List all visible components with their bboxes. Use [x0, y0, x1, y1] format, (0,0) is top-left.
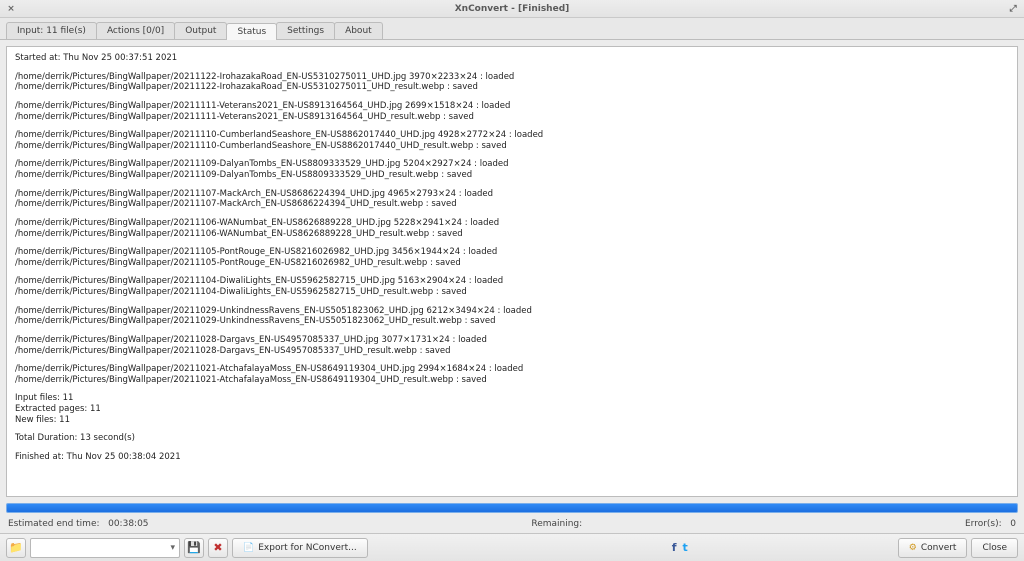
- tab-about[interactable]: About: [334, 22, 383, 39]
- export-label: Export for NConvert...: [258, 543, 356, 553]
- log-loaded: /home/derrik/Pictures/BingWallpaper/2021…: [15, 247, 1009, 258]
- convert-label: Convert: [921, 543, 957, 553]
- tabbar: Input: 11 file(s) Actions [0/0] Output S…: [0, 18, 1024, 40]
- log-loaded: /home/derrik/Pictures/BingWallpaper/2021…: [15, 364, 1009, 375]
- log-saved: /home/derrik/Pictures/BingWallpaper/2021…: [15, 199, 1009, 210]
- tab-actions[interactable]: Actions [0/0]: [96, 22, 175, 39]
- status-log[interactable]: Started at: Thu Nov 25 00:37:51 2021 /ho…: [6, 46, 1018, 497]
- log-duration: Total Duration: 13 second(s): [15, 433, 1009, 444]
- tab-output[interactable]: Output: [174, 22, 227, 39]
- chevron-down-icon: ▾: [170, 543, 175, 553]
- facebook-icon[interactable]: f: [672, 541, 677, 554]
- export-nconvert-button[interactable]: 📄 Export for NConvert...: [232, 538, 368, 558]
- log-new-files: New files: 11: [15, 415, 1009, 426]
- tab-label: Settings: [287, 26, 324, 36]
- tab-settings[interactable]: Settings: [276, 22, 335, 39]
- log-extracted: Extracted pages: 11: [15, 404, 1009, 415]
- save-preset-button[interactable]: 💾: [184, 538, 204, 558]
- window-title: XnConvert - [Finished]: [0, 4, 1024, 14]
- log-saved: /home/derrik/Pictures/BingWallpaper/2021…: [15, 170, 1009, 181]
- convert-icon: ⚙: [909, 543, 917, 553]
- log-loaded: /home/derrik/Pictures/BingWallpaper/2021…: [15, 218, 1009, 229]
- twitter-icon[interactable]: t: [682, 541, 687, 554]
- open-folder-button[interactable]: 📁: [6, 538, 26, 558]
- log-saved: /home/derrik/Pictures/BingWallpaper/2021…: [15, 316, 1009, 327]
- log-saved: /home/derrik/Pictures/BingWallpaper/2021…: [15, 141, 1009, 152]
- log-loaded: /home/derrik/Pictures/BingWallpaper/2021…: [15, 72, 1009, 83]
- errors-label: Error(s):: [965, 519, 1002, 529]
- convert-button[interactable]: ⚙ Convert: [898, 538, 968, 558]
- log-loaded: /home/derrik/Pictures/BingWallpaper/2021…: [15, 159, 1009, 170]
- log-saved: /home/derrik/Pictures/BingWallpaper/2021…: [15, 229, 1009, 240]
- close-label: Close: [982, 543, 1007, 553]
- tab-label: About: [345, 26, 372, 36]
- log-saved: /home/derrik/Pictures/BingWallpaper/2021…: [15, 287, 1009, 298]
- close-button[interactable]: Close: [971, 538, 1018, 558]
- document-icon: 📄: [243, 543, 254, 553]
- log-loaded: /home/derrik/Pictures/BingWallpaper/2021…: [15, 101, 1009, 112]
- log-loaded: /home/derrik/Pictures/BingWallpaper/2021…: [15, 130, 1009, 141]
- tab-input[interactable]: Input: 11 file(s): [6, 22, 97, 39]
- preset-combo[interactable]: ▾: [30, 538, 180, 558]
- log-loaded: /home/derrik/Pictures/BingWallpaper/2021…: [15, 335, 1009, 346]
- tab-label: Output: [185, 26, 216, 36]
- tab-status[interactable]: Status: [226, 23, 277, 40]
- progress-bar: [6, 503, 1018, 513]
- status-info-row: Estimated end time: 00:38:05 Remaining: …: [0, 515, 1024, 533]
- log-saved: /home/derrik/Pictures/BingWallpaper/2021…: [15, 258, 1009, 269]
- titlebar: × XnConvert - [Finished] ⤢: [0, 0, 1024, 18]
- remaining-label: Remaining:: [531, 519, 582, 529]
- tab-label: Input: 11 file(s): [17, 26, 86, 36]
- bottom-toolbar: 📁 ▾ 💾 ✖ 📄 Export for NConvert... f t ⚙ C…: [0, 533, 1024, 561]
- tab-label: Actions [0/0]: [107, 26, 164, 36]
- log-input-files: Input files: 11: [15, 393, 1009, 404]
- tab-label: Status: [237, 27, 266, 37]
- log-saved: /home/derrik/Pictures/BingWallpaper/2021…: [15, 112, 1009, 123]
- log-loaded: /home/derrik/Pictures/BingWallpaper/2021…: [15, 306, 1009, 317]
- log-saved: /home/derrik/Pictures/BingWallpaper/2021…: [15, 82, 1009, 93]
- delete-preset-button[interactable]: ✖: [208, 538, 228, 558]
- log-started: Started at: Thu Nov 25 00:37:51 2021: [15, 53, 1009, 64]
- log-saved: /home/derrik/Pictures/BingWallpaper/2021…: [15, 346, 1009, 357]
- log-finished: Finished at: Thu Nov 25 00:38:04 2021: [15, 452, 1009, 463]
- errors-value: 0: [1010, 519, 1016, 529]
- log-saved: /home/derrik/Pictures/BingWallpaper/2021…: [15, 375, 1009, 386]
- maximize-icon[interactable]: ⤢: [1006, 4, 1020, 14]
- close-icon[interactable]: ×: [4, 4, 18, 14]
- log-loaded: /home/derrik/Pictures/BingWallpaper/2021…: [15, 189, 1009, 200]
- log-loaded: /home/derrik/Pictures/BingWallpaper/2021…: [15, 276, 1009, 287]
- estimated-value: 00:38:05: [108, 519, 148, 529]
- estimated-label: Estimated end time:: [8, 519, 100, 529]
